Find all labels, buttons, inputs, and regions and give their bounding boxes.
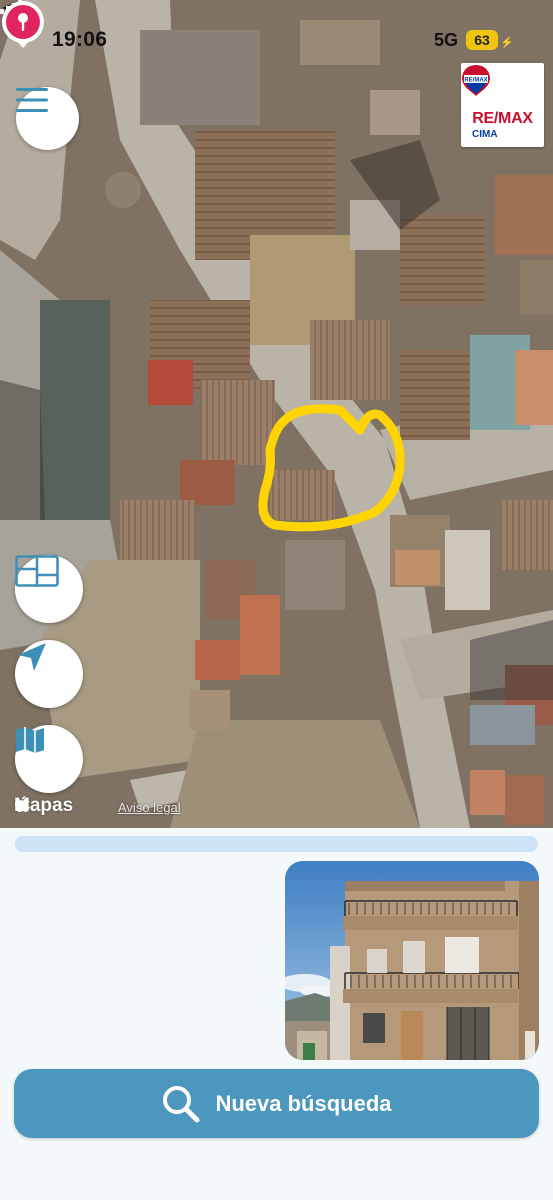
- remax-balloon-icon: RE/MAX: [462, 65, 490, 96]
- satellite-map[interactable]: 19:06 5G 63 ⚡ RE/MAX RE/MAX CIMA Mapas A…: [0, 0, 553, 828]
- battery-level: 63: [466, 30, 498, 50]
- floor-plan-icon: [15, 555, 59, 587]
- hamburger-menu-icon: [16, 88, 48, 112]
- logo-name: RE/MAX: [472, 110, 533, 127]
- folded-map-icon: [16, 727, 44, 753]
- map-layers-button[interactable]: [15, 555, 83, 623]
- building-facade-image: [285, 861, 539, 1060]
- menu-button[interactable]: [16, 87, 79, 150]
- my-location-button[interactable]: [15, 640, 83, 708]
- balloon-text: RE/MAX: [464, 78, 487, 84]
- navigation-arrow-icon: [18, 643, 46, 671]
- charging-bolt-icon: ⚡: [500, 37, 514, 49]
- network-type: 5G: [434, 30, 459, 50]
- property-location-pin-icon[interactable]: [0, 0, 46, 50]
- brand-logo: RE/MAX RE/MAX CIMA: [461, 63, 544, 147]
- apple-logo-icon: [15, 796, 30, 812]
- magnifying-glass-icon: [163, 1085, 200, 1122]
- map-type-button[interactable]: [15, 725, 83, 793]
- status-time: 19:06: [52, 28, 108, 51]
- property-photo[interactable]: [285, 861, 539, 1060]
- legal-notice-link[interactable]: Aviso legal: [118, 800, 181, 815]
- loading-progress-bar: [15, 836, 538, 852]
- logo-subtitle: CIMA: [472, 129, 498, 140]
- new-search-button[interactable]: Nueva búsqueda: [14, 1069, 539, 1138]
- new-search-label: Nueva búsqueda: [215, 1090, 392, 1116]
- map-attribution: Mapas: [14, 795, 73, 817]
